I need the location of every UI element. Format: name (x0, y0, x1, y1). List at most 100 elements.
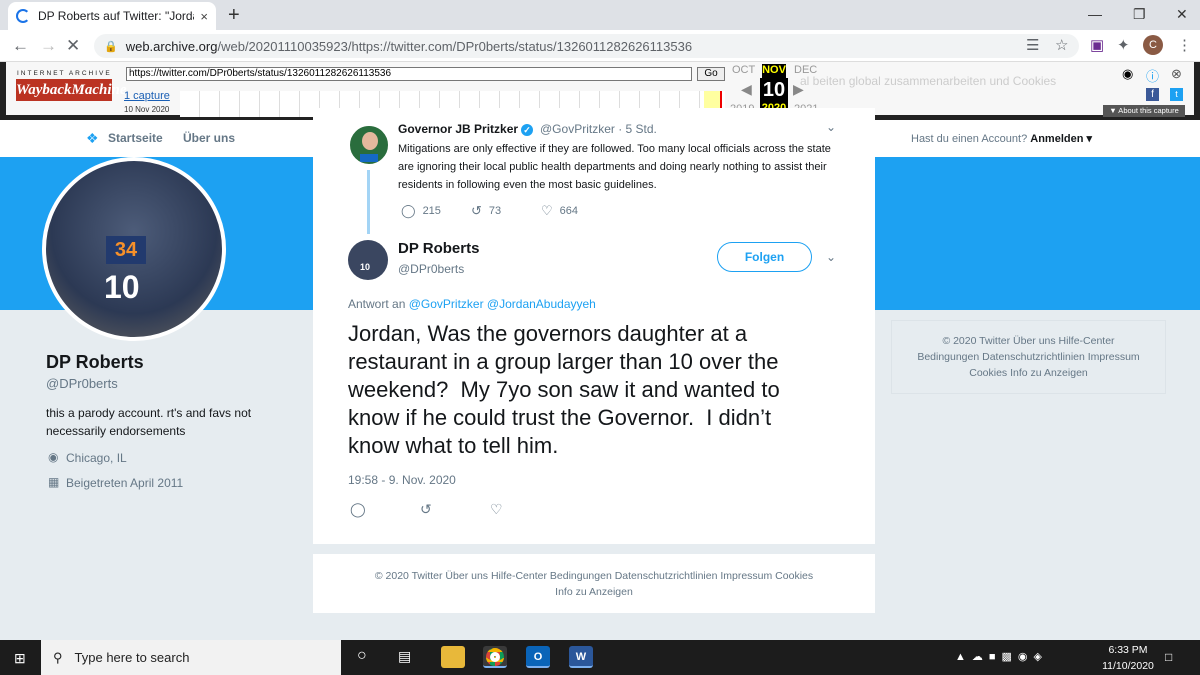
wayback-logo[interactable]: WaybackMachine (16, 79, 127, 101)
sidebar-footer-line[interactable]: Cookies Info zu Anzeigen (892, 365, 1165, 381)
parent-tweet-handle[interactable]: @GovPritzker · 5 Std. (540, 122, 657, 136)
profile-picture[interactable]: 34 10 (42, 157, 226, 341)
outlook-icon[interactable]: O (526, 646, 550, 668)
sidebar-footer-line[interactable]: © 2020 Twitter Über uns Hilfe-Center (892, 333, 1165, 349)
close-wayback-icon[interactable]: ⊗ (1171, 66, 1182, 82)
tab-close-icon[interactable]: × (200, 9, 208, 24)
loading-icon (16, 9, 30, 23)
chevron-down-icon[interactable]: ⌄ (826, 120, 836, 134)
wayback-go-button[interactable]: Go (697, 67, 725, 81)
parent-tweet-text: Mitigations are only effective if they a… (398, 143, 831, 191)
profile-joined: Beigetreten April 2011 (66, 476, 184, 490)
retweet-action[interactable]: ↺ 73 (471, 203, 501, 219)
about-capture-link[interactable]: ▼ About this capture (1103, 105, 1185, 117)
follow-button[interactable]: Folgen (717, 242, 812, 272)
extension-icon[interactable]: ▣ (1090, 36, 1104, 54)
help-icon[interactable]: ⓘ (1146, 66, 1159, 85)
mention-link[interactable]: @JordanAbudayyeh (487, 297, 596, 311)
sidebar-footer: © 2020 Twitter Über uns Hilfe-Center Bed… (891, 320, 1166, 394)
modal-footer-links[interactable]: Info zu Anzeigen (313, 584, 875, 600)
heart-icon[interactable]: ♡ (490, 501, 503, 518)
tweet-author-avatar[interactable]: 10 (348, 240, 388, 280)
windows-start-icon[interactable]: ⊞ (14, 650, 26, 667)
profile-handle[interactable]: @DPr0berts (46, 376, 118, 391)
clock-time: 6:33 PM (1108, 644, 1148, 656)
new-tab-button[interactable]: + (228, 4, 240, 27)
tweet-text: Jordan, Was the governors daughter at a … (348, 321, 780, 458)
clock-date: 11/10/2020 (1102, 660, 1154, 672)
close-window-icon[interactable]: ✕ (1176, 6, 1188, 23)
wayback-prev-arrow-icon[interactable]: ◀ (741, 81, 752, 98)
calendar-icon: ▦ (48, 475, 60, 489)
profile-bio: this a parody account. rt's and favs not… (46, 406, 252, 438)
taskbar-search-placeholder: Type here to search (74, 650, 190, 665)
parent-tweet-name[interactable]: Governor JB Pritzker ✓ (398, 122, 534, 136)
retweet-icon[interactable]: ↺ (420, 501, 432, 518)
user-icon[interactable]: ◉ (1122, 66, 1133, 82)
login-link[interactable]: Anmelden ▾ (1030, 133, 1092, 145)
profile-avatar[interactable]: C (1143, 35, 1163, 55)
twitter-share-icon[interactable]: t (1170, 88, 1183, 101)
task-view-icon[interactable]: ▤ (398, 648, 411, 665)
wayback-current-month: NOV (762, 64, 786, 78)
taskbar-search[interactable]: ⚲ Type here to search (41, 640, 341, 675)
reply-icon[interactable]: ◯ (350, 501, 366, 518)
taskbar-clock[interactable]: 6:33 PM 11/10/2020 (1098, 642, 1158, 674)
thread-connector (367, 170, 370, 234)
wayback-bg-hint: al beiten global zusammenarbeiten und Co… (800, 74, 1057, 88)
reply-icon: ◯ (401, 203, 416, 218)
minimize-icon[interactable]: — (1088, 6, 1102, 22)
retweet-icon: ↺ (471, 203, 482, 218)
restore-icon[interactable]: ❐ (1133, 6, 1146, 23)
tab-title: DP Roberts auf Twitter: "Jordan, W (38, 9, 194, 23)
profile-pic-number: 10 (104, 269, 140, 305)
word-icon[interactable]: W (569, 646, 593, 668)
mention-link[interactable]: @GovPritzker (409, 297, 484, 311)
url-host: web.archive.org (125, 38, 218, 54)
wayback-capture-date: 10 Nov 2020 (124, 105, 170, 114)
tweet-timestamp[interactable]: 19:58 - 9. Nov. 2020 (348, 473, 456, 487)
stop-icon[interactable]: ✕ (66, 36, 80, 56)
wayback-next-month[interactable]: DEC (794, 64, 817, 76)
system-tray-icons[interactable]: ▲☁■▩◉◈ (955, 650, 1048, 663)
chevron-down-icon[interactable]: ⌄ (826, 250, 836, 264)
notification-icon[interactable]: □ (1165, 650, 1172, 664)
back-icon[interactable]: ← (12, 36, 29, 56)
wayback-next-arrow-icon[interactable]: ▶ (793, 81, 804, 98)
heart-icon: ♡ (541, 203, 553, 218)
twitter-logo-icon[interactable]: ❖ (86, 130, 102, 146)
puzzle-icon[interactable]: ✦ (1117, 36, 1130, 54)
wayback-current-day: 10 (760, 78, 788, 102)
tweet-author-handle[interactable]: @DPr0berts (398, 262, 464, 276)
reply-action[interactable]: ◯ 215 (401, 203, 441, 219)
facebook-icon[interactable]: f (1146, 88, 1159, 101)
like-action[interactable]: ♡ 664 (541, 203, 578, 219)
profile-name[interactable]: DP Roberts (46, 352, 144, 373)
verified-icon: ✓ (521, 123, 534, 136)
star-icon[interactable]: ☆ (1055, 36, 1068, 54)
browser-tab[interactable]: DP Roberts auf Twitter: "Jordan, W × (8, 2, 216, 30)
search-icon: ⚲ (53, 649, 63, 665)
pritzker-avatar[interactable] (348, 124, 390, 166)
cortana-icon[interactable]: ○ (357, 647, 367, 665)
file-explorer-icon[interactable] (441, 646, 465, 668)
forward-icon[interactable]: → (40, 36, 57, 56)
url-path: /web/20201110035923/https://twitter.com/… (217, 38, 693, 54)
nav-home[interactable]: Startseite (108, 131, 163, 145)
wayback-logo-top: INTERNET ARCHIVE (17, 70, 112, 77)
modal-footer-links[interactable]: © 2020 Twitter Über uns Hilfe-Center Bed… (313, 568, 875, 584)
wayback-captures-link[interactable]: 1 capture (124, 90, 170, 102)
sidebar-footer-line[interactable]: Bedingungen Datenschutzrichtlinien Impre… (892, 349, 1165, 365)
wayback-prev-month[interactable]: OCT (732, 64, 755, 76)
lock-icon: 🔒 (104, 40, 118, 53)
modal-footer: © 2020 Twitter Über uns Hilfe-Center Bed… (313, 554, 875, 613)
tweet-author-name[interactable]: DP Roberts (398, 240, 479, 257)
menu-icon[interactable]: ⋮ (1177, 36, 1192, 54)
nav-about[interactable]: Über uns (183, 131, 235, 145)
address-bar[interactable]: 🔒 web.archive.org/web/20201110035923/htt… (94, 34, 1079, 58)
chrome-icon[interactable] (483, 646, 507, 668)
wayback-url-input[interactable]: https://twitter.com/DPr0berts/status/132… (126, 67, 692, 81)
location-icon: ◉ (48, 450, 59, 464)
account-prompt: Hast du einen Account? Anmelden ▾ (911, 133, 1093, 145)
translate-icon[interactable]: ☰ (1026, 36, 1039, 54)
